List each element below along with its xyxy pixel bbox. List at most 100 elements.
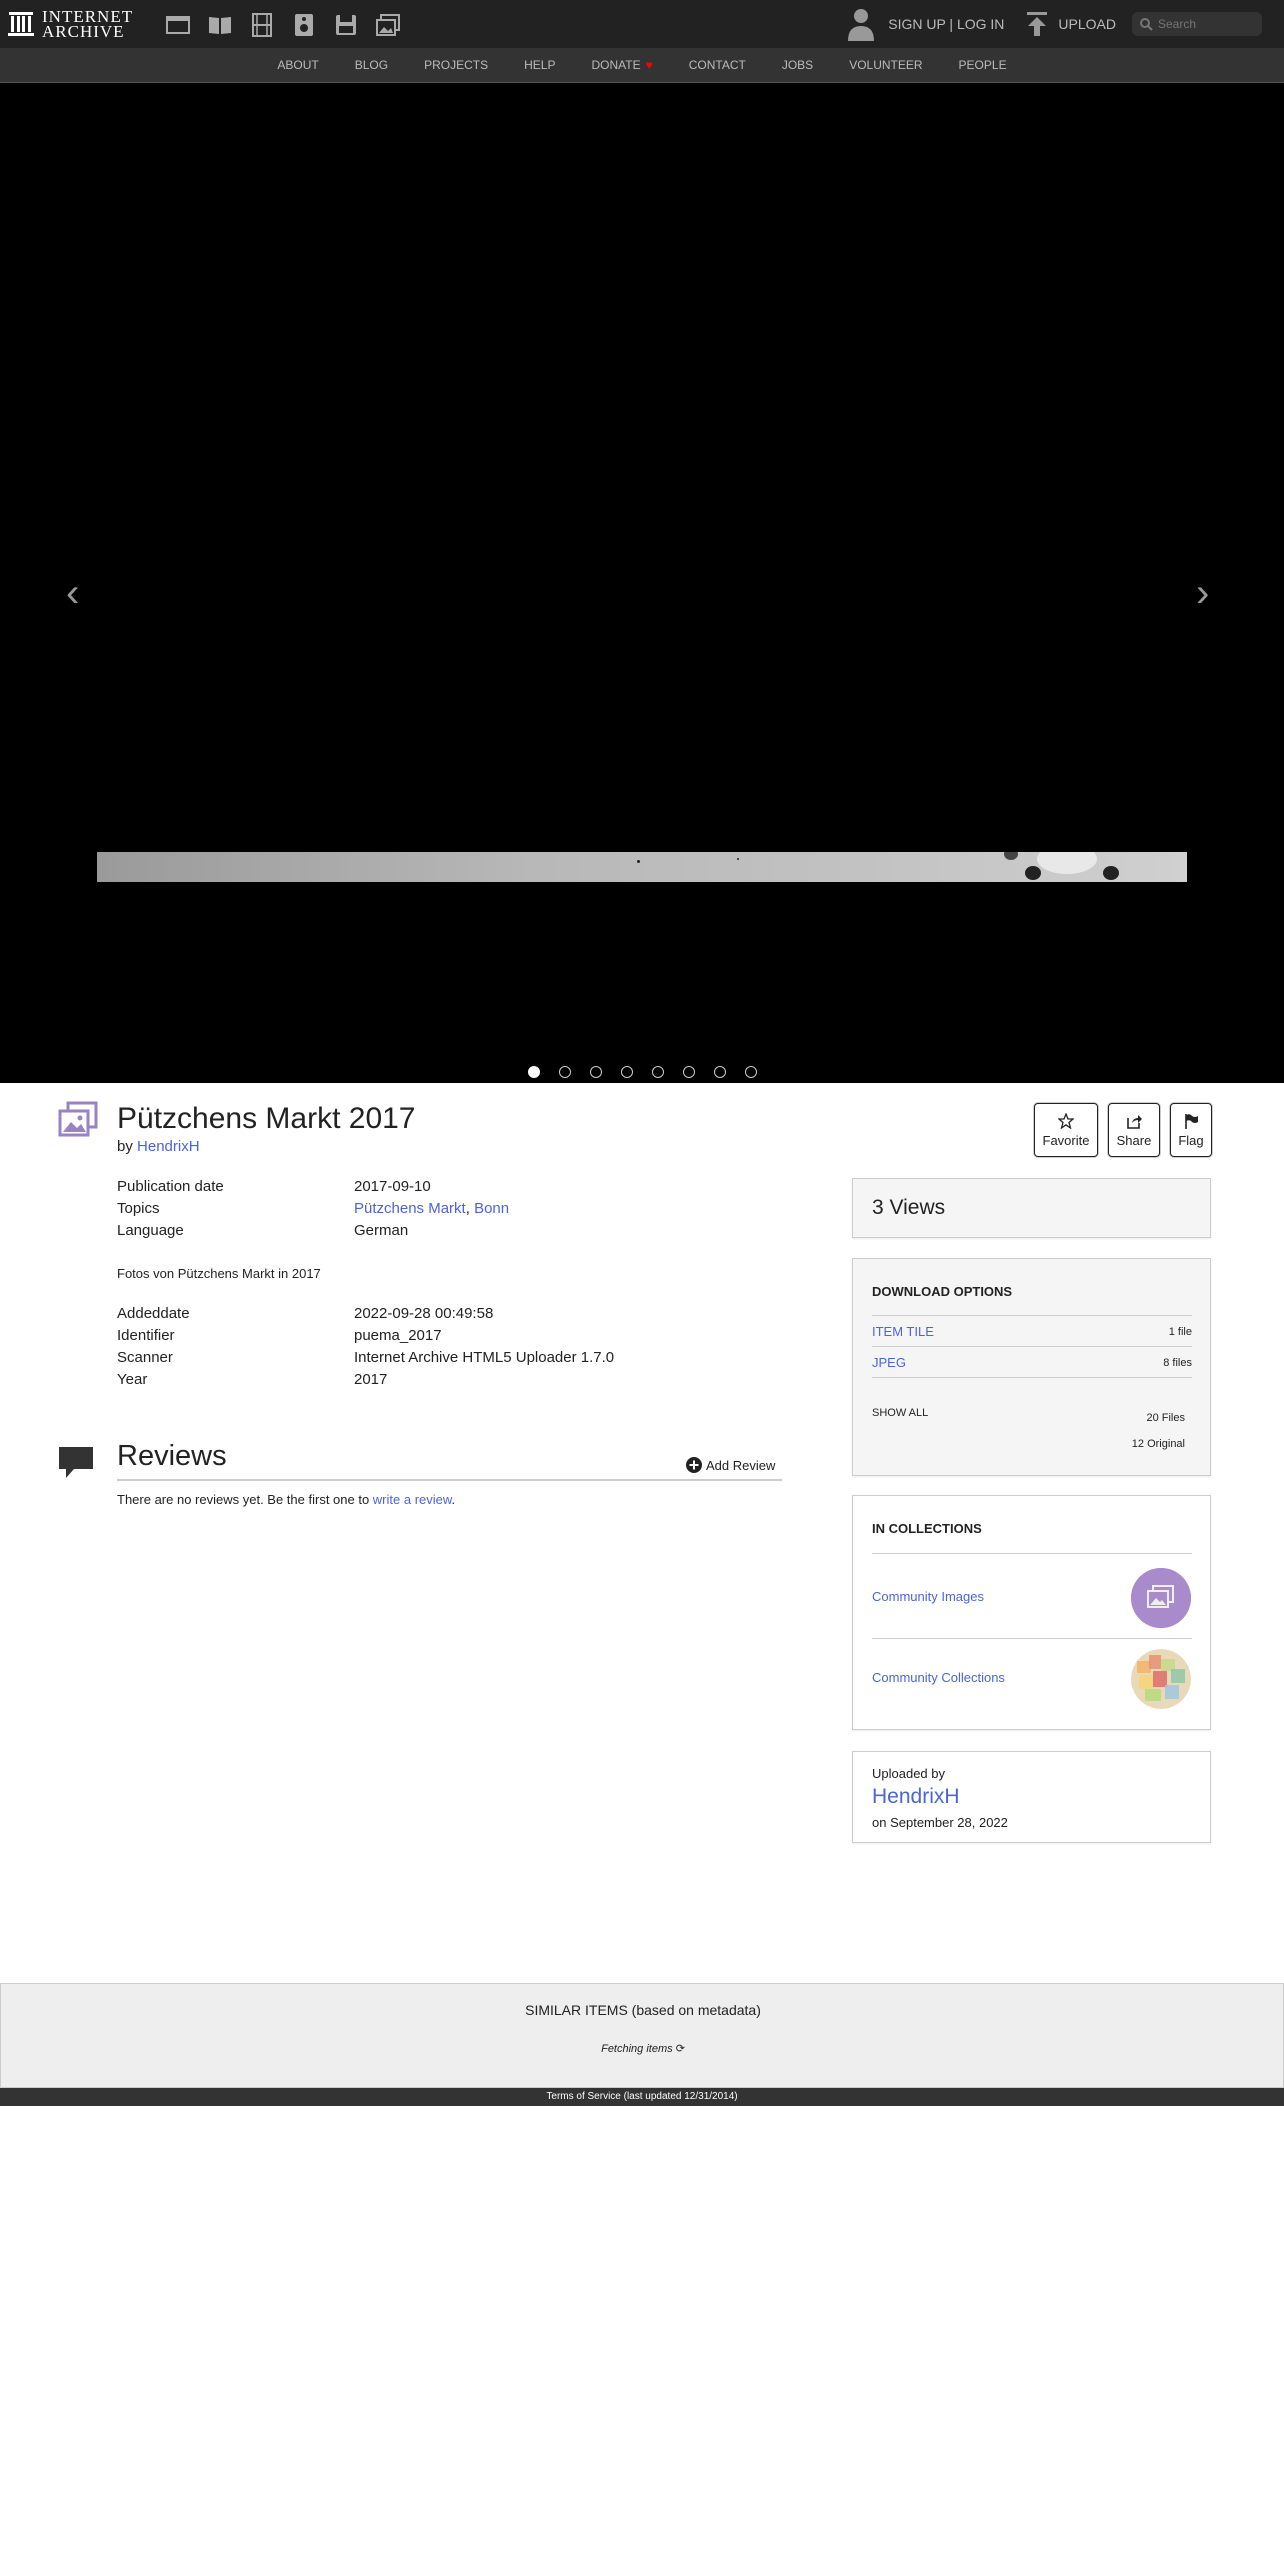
flag-label: Flag xyxy=(1178,1132,1204,1148)
subnav-people[interactable]: PEOPLE xyxy=(941,58,1025,72)
subnav-contact[interactable]: CONTACT xyxy=(671,58,764,72)
footer-terms-link[interactable]: Terms of Service (last updated 12/31/201… xyxy=(0,2088,1284,2106)
sign-up-log-in-link[interactable]: SIGN UP | LOG IN xyxy=(888,16,1004,32)
topic-link[interactable]: Bonn xyxy=(474,1200,509,1217)
by-label: by xyxy=(117,1138,133,1155)
meta-value: 2022-09-28 00:49:58 xyxy=(354,1305,494,1322)
subnav-jobs[interactable]: JOBS xyxy=(764,58,831,72)
year-link[interactable]: 2017 xyxy=(354,1371,387,1388)
original-files-count: 12 Original xyxy=(1131,1438,1185,1450)
next-slide-button[interactable]: › xyxy=(1196,573,1209,613)
views-count: 3 Views xyxy=(872,1196,946,1219)
community-collections-mosaic-icon xyxy=(1131,1649,1191,1709)
favorite-label: Favorite xyxy=(1042,1132,1090,1148)
meta-key: Year xyxy=(117,1371,148,1388)
collections-divider xyxy=(872,1638,1192,1639)
prev-slide-button[interactable]: ‹ xyxy=(66,573,79,613)
creator-link[interactable]: HendrixH xyxy=(137,1138,200,1155)
add-review-label: Add Review xyxy=(706,1457,776,1473)
share-label: Share xyxy=(1116,1132,1152,1148)
meta-year: Year 2017 xyxy=(117,1371,717,1391)
plus-circle-icon xyxy=(686,1457,702,1473)
meta-publication-date: Publication date 2017-09-10 xyxy=(117,1178,717,1198)
collection-thumbnail[interactable] xyxy=(1131,1649,1191,1709)
item-title: Pützchens Markt 2017 xyxy=(117,1102,416,1135)
uploader-box: Uploaded by HendrixH on September 28, 20… xyxy=(852,1751,1211,1843)
slide-dot[interactable] xyxy=(620,1066,633,1078)
video-icon[interactable] xyxy=(250,13,274,37)
meta-key: Publication date xyxy=(117,1178,224,1195)
subnav-volunteer[interactable]: VOLUNTEER xyxy=(831,58,940,72)
sub-nav: ABOUT BLOG PROJECTS HELP DONATE ♥ CONTACT… xyxy=(0,48,1284,83)
upload-icon[interactable] xyxy=(1026,12,1048,36)
download-divider xyxy=(872,1377,1192,1378)
write-review-link[interactable]: write a review xyxy=(373,1492,452,1507)
subnav-projects[interactable]: PROJECTS xyxy=(406,58,506,72)
images-icon[interactable] xyxy=(376,13,400,37)
collection-link[interactable]: Community Images xyxy=(872,1589,984,1604)
top-nav: INTERNET ARCHIVE SIGN UP | LOG IN UPLOAD xyxy=(0,0,1284,48)
meta-key: Language xyxy=(117,1222,184,1239)
meta-key: Identifier xyxy=(117,1327,175,1344)
donate-label: DONATE xyxy=(591,58,641,72)
add-review-button[interactable]: Add Review xyxy=(686,1457,775,1473)
download-options-box: DOWNLOAD OPTIONS ITEM TILE 1 file JPEG 8… xyxy=(852,1258,1211,1476)
flag-button[interactable]: Flag xyxy=(1170,1103,1212,1157)
slide-dot[interactable] xyxy=(713,1066,726,1078)
carousel-photo xyxy=(97,852,1187,882)
uploader-link[interactable]: HendrixH xyxy=(872,1785,960,1809)
show-all-link[interactable]: SHOW ALL xyxy=(872,1407,928,1419)
meta-topics: Topics Pützchens Markt, Bonn xyxy=(117,1200,717,1220)
meta-addeddate: Addeddate 2022-09-28 00:49:58 xyxy=(117,1305,717,1325)
audio-icon[interactable] xyxy=(292,13,316,37)
language-link[interactable]: German xyxy=(354,1222,408,1239)
internet-archive-logo[interactable]: INTERNET ARCHIVE xyxy=(8,8,133,40)
meta-key: Addeddate xyxy=(117,1305,190,1322)
topic-separator: , xyxy=(465,1200,475,1217)
subnav-donate[interactable]: DONATE ♥ xyxy=(573,58,670,72)
topics-values: Pützchens Markt, Bonn xyxy=(354,1200,509,1217)
collection-thumbnail[interactable] xyxy=(1131,1568,1191,1628)
slide-indicators xyxy=(0,1066,1284,1078)
slide-dot[interactable] xyxy=(682,1066,695,1078)
download-format-link[interactable]: JPEG xyxy=(872,1355,906,1370)
archive-building-icon xyxy=(8,12,34,36)
slide-dot[interactable] xyxy=(589,1066,602,1078)
share-button[interactable]: Share xyxy=(1108,1103,1160,1157)
reviews-title: Reviews xyxy=(117,1440,227,1472)
user-icon[interactable] xyxy=(846,7,876,41)
software-icon[interactable] xyxy=(334,13,358,37)
no-reviews-text: There are no reviews yet. Be the first o… xyxy=(117,1492,455,1507)
publication-date-link[interactable]: 2017-09-10 xyxy=(354,1178,431,1195)
similar-items-title: SIMILAR ITEMS (based on metadata) xyxy=(525,2002,761,2018)
flag-icon xyxy=(1185,1113,1198,1129)
download-format-link[interactable]: ITEM TILE xyxy=(872,1324,934,1339)
texts-icon[interactable] xyxy=(208,13,232,37)
collections-divider xyxy=(872,1553,1192,1554)
subnav-blog[interactable]: BLOG xyxy=(337,58,406,72)
download-options-title: DOWNLOAD OPTIONS xyxy=(872,1284,1013,1299)
search-box[interactable] xyxy=(1132,12,1262,36)
loading-spinner-icon: ⟳ xyxy=(675,2043,685,2055)
collections-box: IN COLLECTIONS Community Images Communit… xyxy=(852,1495,1211,1730)
slide-dot[interactable] xyxy=(527,1066,540,1078)
subnav-about[interactable]: ABOUT xyxy=(259,58,336,72)
web-icon[interactable] xyxy=(166,13,190,37)
search-icon xyxy=(1140,18,1153,31)
slide-dot[interactable] xyxy=(558,1066,571,1078)
subnav-help[interactable]: HELP xyxy=(506,58,573,72)
topic-link[interactable]: Pützchens Markt xyxy=(354,1200,466,1217)
upload-link[interactable]: UPLOAD xyxy=(1058,16,1116,32)
logo-text: INTERNET ARCHIVE xyxy=(42,7,134,41)
meta-value: Internet Archive HTML5 Uploader 1.7.0 xyxy=(354,1349,615,1366)
similar-items-section: SIMILAR ITEMS (based on metadata) Fetchi… xyxy=(0,1983,1284,2088)
fetching-label: Fetching items xyxy=(601,2043,673,2055)
favorite-button[interactable]: Favorite xyxy=(1034,1103,1098,1157)
views-count-box: 3 Views xyxy=(852,1178,1211,1238)
fetching-status: Fetching items ⟳ xyxy=(1,2042,1284,2055)
slide-dot[interactable] xyxy=(744,1066,757,1078)
slide-dot[interactable] xyxy=(651,1066,664,1078)
collection-link[interactable]: Community Collections xyxy=(872,1670,1005,1685)
item-description: Fotos von Pützchens Markt in 2017 xyxy=(117,1266,321,1281)
images-icon xyxy=(1131,1568,1191,1628)
